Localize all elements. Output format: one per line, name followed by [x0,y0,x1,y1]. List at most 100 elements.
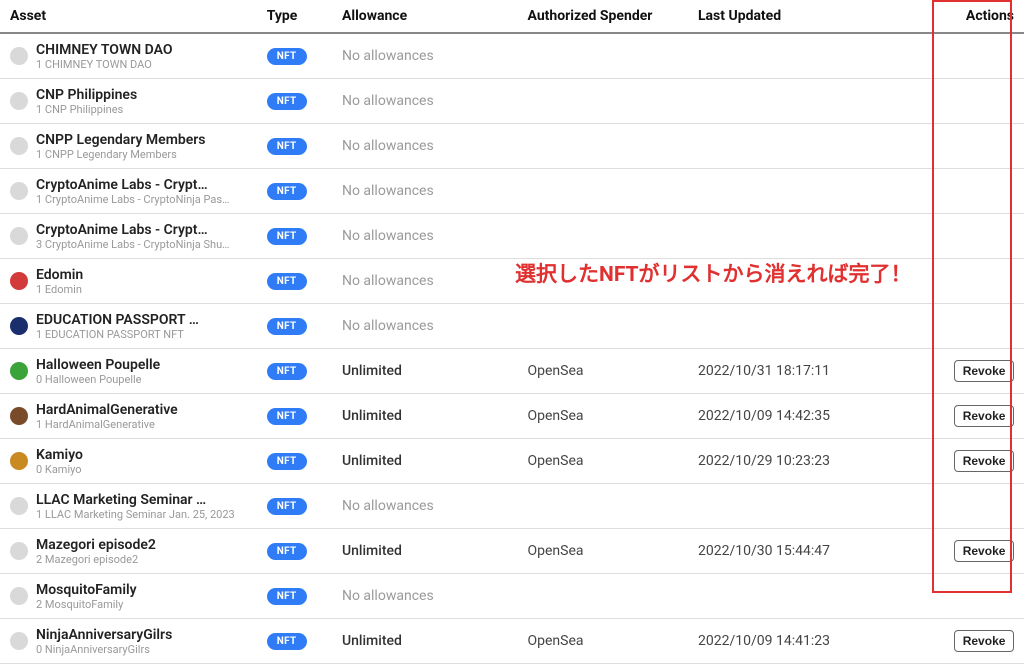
spender-value [518,484,688,529]
asset-subtext: 2 Mazegori episode2 [36,553,156,566]
asset-subtext: 1 HardAnimalGenerative [36,418,178,431]
type-badge: NFT [267,228,307,245]
spender-value[interactable]: OpenSea [518,529,688,574]
asset-subtext: 1 CNPP Legendary Members [36,148,206,161]
updated-value [688,79,944,124]
asset-name: NinjaAnniversaryGilrs [36,627,172,643]
asset-icon [10,632,28,650]
revoke-button[interactable]: Revoke [954,360,1015,382]
asset-cell[interactable]: MosquitoFamily2 MosquitoFamily [10,580,247,612]
asset-subtext: 0 Kamiyo [36,463,83,476]
allowance-value: Unlimited [342,453,402,469]
asset-cell[interactable]: CryptoAnime Labs - Crypt…1 CryptoAnime L… [10,175,247,207]
table-row: Mazegori episode22 Mazegori episode2 NFT U… [0,529,1024,574]
updated-value [688,214,944,259]
table-row: MosquitoFamily2 MosquitoFamilyNFTNo allo… [0,574,1024,619]
spender-value[interactable]: OpenSea [518,439,688,484]
type-badge: NFT [267,543,307,560]
asset-name: CryptoAnime Labs - Crypt… [36,177,229,193]
asset-cell[interactable]: Edomin1 Edomin [10,265,247,297]
asset-subtext: 0 Halloween Poupelle [36,373,160,386]
asset-icon [10,452,28,470]
revoke-button[interactable]: Revoke [954,450,1015,472]
asset-cell[interactable]: CNPP Legendary Members1 CNPP Legendary M… [10,130,247,162]
asset-icon [10,587,28,605]
header-updated[interactable]: Last Updated [688,0,944,33]
type-badge: NFT [267,453,307,470]
asset-name: EDUCATION PASSPORT … [36,312,199,328]
asset-icon [10,92,28,110]
spender-value [518,304,688,349]
updated-value [688,33,944,79]
table-row: Halloween Poupelle0 Halloween PoupelleNF… [0,349,1024,394]
allowance-value: Unlimited [342,363,402,379]
asset-cell[interactable]: Kamiyo0 Kamiyo [10,445,247,477]
revoke-button[interactable]: Revoke [954,630,1015,652]
table-row: NinjaAnniversaryGilrs0 NinjaAnniversaryG… [0,619,1024,664]
asset-subtext: 2 MosquitoFamily [36,598,137,611]
allowance-value: No allowances [342,138,434,154]
spender-value [518,33,688,79]
type-badge: NFT [267,93,307,110]
table-row: Kamiyo0 Kamiyo NFT Unlimited OpenSea2022/10… [0,439,1024,484]
asset-icon [10,407,28,425]
updated-value [688,259,944,304]
type-badge: NFT [267,138,307,155]
allowance-value: Unlimited [342,543,402,559]
asset-icon [10,497,28,515]
asset-cell[interactable]: EDUCATION PASSPORT …1 EDUCATION PASSPORT… [10,310,247,342]
table-row: LLAC Marketing Seminar …1 LLAC Marketing… [0,484,1024,529]
spender-value [518,124,688,169]
type-badge: NFT [267,633,307,650]
asset-name: CHIMNEY TOWN DAO [36,42,173,58]
revoke-button[interactable]: Revoke [954,405,1015,427]
spender-value [518,79,688,124]
table-row: CryptoAnime Labs - Crypt…1 CryptoAnime L… [0,169,1024,214]
header-asset[interactable]: Asset [0,0,257,33]
asset-name: Mazegori episode2 [36,537,156,553]
updated-value [688,304,944,349]
spender-value[interactable]: OpenSea [518,349,688,394]
asset-subtext: 3 CryptoAnime Labs - CryptoNinja Shu… [36,238,230,251]
asset-cell[interactable]: Halloween Poupelle0 Halloween Poupelle [10,355,247,387]
updated-value [688,574,944,619]
asset-name: HardAnimalGenerative [36,402,178,418]
asset-cell[interactable]: Mazegori episode22 Mazegori episode2 [10,535,247,567]
asset-cell[interactable]: NinjaAnniversaryGilrs0 NinjaAnniversaryG… [10,625,247,657]
allowance-value: Unlimited [342,408,402,424]
allowance-value: No allowances [342,93,434,109]
updated-value [688,124,944,169]
asset-cell[interactable]: CryptoAnime Labs - Crypt…3 CryptoAnime L… [10,220,247,252]
updated-value: 2022/10/29 10:23:23 [688,439,944,484]
asset-subtext: 0 NinjaAnniversaryGilrs [36,643,172,656]
header-allowance[interactable]: Allowance [332,0,518,33]
asset-name: CryptoAnime Labs - Crypt… [36,222,230,238]
table-row: HardAnimalGenerative1 HardAnimalGenerati… [0,394,1024,439]
asset-cell[interactable]: LLAC Marketing Seminar …1 LLAC Marketing… [10,490,247,522]
asset-icon [10,542,28,560]
asset-name: CNP Philippines [36,87,137,103]
asset-cell[interactable]: CHIMNEY TOWN DAO1 CHIMNEY TOWN DAO [10,40,247,72]
table-row: CryptoAnime Labs - Crypt…3 CryptoAnime L… [0,214,1024,259]
spender-value[interactable]: OpenSea [518,619,688,664]
type-badge: NFT [267,498,307,515]
spender-value[interactable]: OpenSea [518,394,688,439]
allowance-value: No allowances [342,183,434,199]
table-row: CNPP Legendary Members1 CNPP Legendary M… [0,124,1024,169]
allowance-value: No allowances [342,48,434,64]
asset-name: Halloween Poupelle [36,357,160,373]
spender-value [518,169,688,214]
updated-value: 2022/10/31 18:17:11 [688,349,944,394]
header-spender[interactable]: Authorized Spender [518,0,688,33]
header-type[interactable]: Type [257,0,332,33]
allowance-value: No allowances [342,273,434,289]
asset-cell[interactable]: CNP Philippines1 CNP Philippines [10,85,247,117]
type-badge: NFT [267,408,307,425]
revoke-button[interactable]: Revoke [954,540,1015,562]
asset-subtext: 1 Edomin [36,283,83,296]
table-row: CNP Philippines1 CNP Philippines NFT No al… [0,79,1024,124]
asset-cell[interactable]: HardAnimalGenerative1 HardAnimalGenerati… [10,400,247,432]
type-badge: NFT [267,273,307,290]
asset-subtext: 1 EDUCATION PASSPORT NFT [36,328,199,341]
asset-subtext: 1 LLAC Marketing Seminar Jan. 25, 2023 [36,508,235,521]
